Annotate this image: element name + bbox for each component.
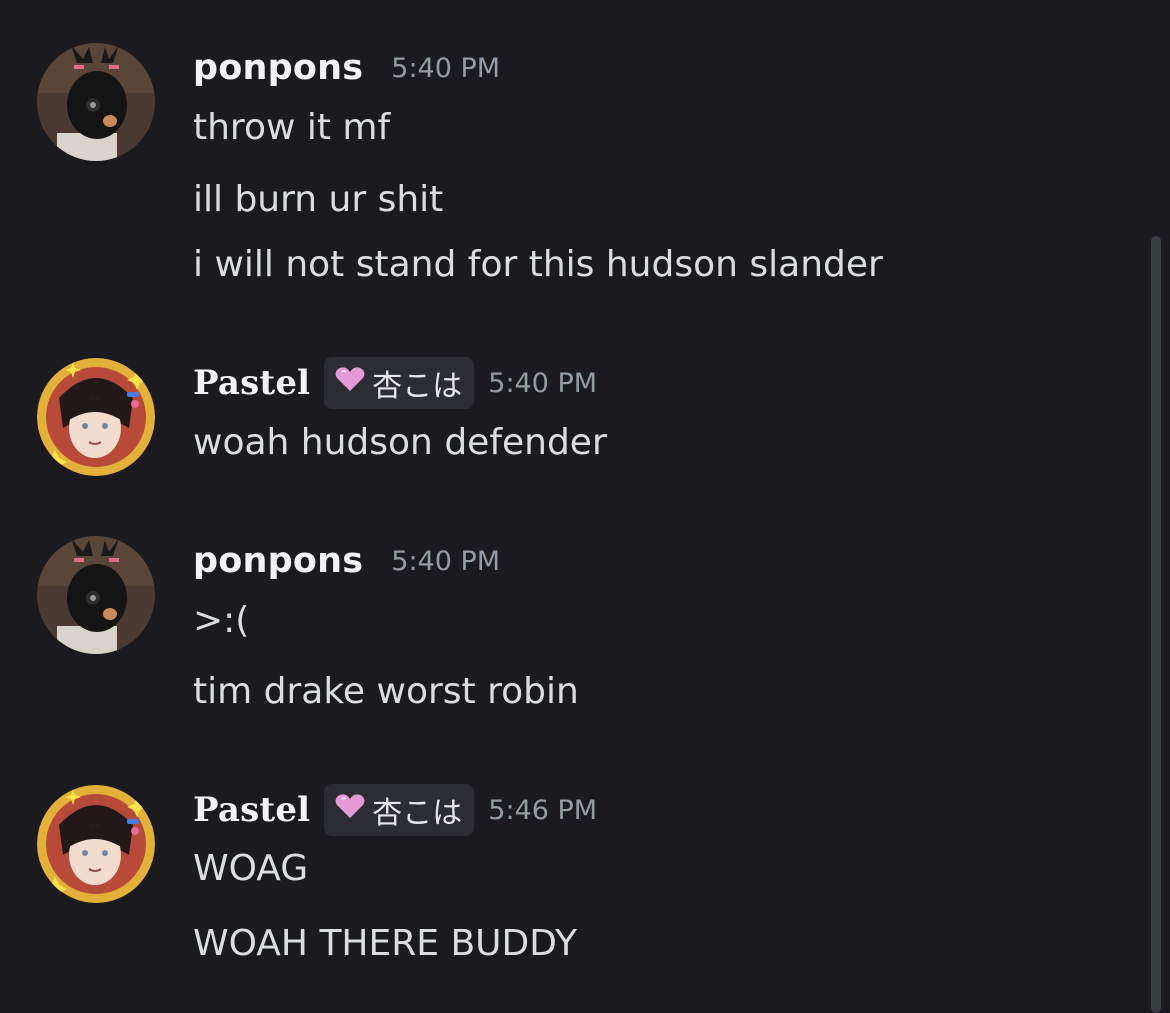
message-header: ponpons 5:40 PM [193,43,500,93]
message-header: Pastel 杏こは 5:40 PM [193,357,598,409]
username[interactable]: Pastel [193,790,310,830]
username[interactable]: Pastel [193,363,310,403]
message-text: WOAH THERE BUDDY [193,923,577,964]
username[interactable]: ponpons [193,541,363,581]
anime-character-avatar-icon [37,358,155,476]
anime-character-avatar-icon [37,785,155,903]
avatar[interactable] [37,358,155,476]
message-text: i will not stand for this hudson slander [193,244,883,285]
message-text: WOAG [193,848,309,889]
avatar[interactable] [37,785,155,903]
message-text: throw it mf [193,107,391,148]
masked-figure-avatar-icon [37,43,155,161]
username[interactable]: ponpons [193,48,363,88]
chat-message-list: ponpons 5:40 PM throw it mf ill burn ur … [0,0,1150,1013]
message-header: Pastel 杏こは 5:46 PM [193,784,598,836]
server-tag-label: 杏こは [372,796,463,831]
server-tag[interactable]: 杏こは [324,784,475,836]
server-tag-label: 杏こは [372,369,463,404]
timestamp: 5:46 PM [488,794,598,826]
message-text: ill burn ur shit [193,179,444,220]
server-tag[interactable]: 杏こは [324,357,475,409]
pink-heart-icon [334,792,366,828]
scrollbar[interactable] [1151,236,1161,1013]
masked-figure-avatar-icon [37,536,155,654]
timestamp: 5:40 PM [391,52,501,84]
pink-heart-icon [334,365,366,401]
message-text: >:( [193,600,250,641]
message-text: tim drake worst robin [193,671,579,712]
timestamp: 5:40 PM [391,545,501,577]
message-text: woah hudson defender [193,422,607,463]
message-header: ponpons 5:40 PM [193,536,500,586]
avatar[interactable] [37,43,155,161]
avatar[interactable] [37,536,155,654]
timestamp: 5:40 PM [488,367,598,399]
